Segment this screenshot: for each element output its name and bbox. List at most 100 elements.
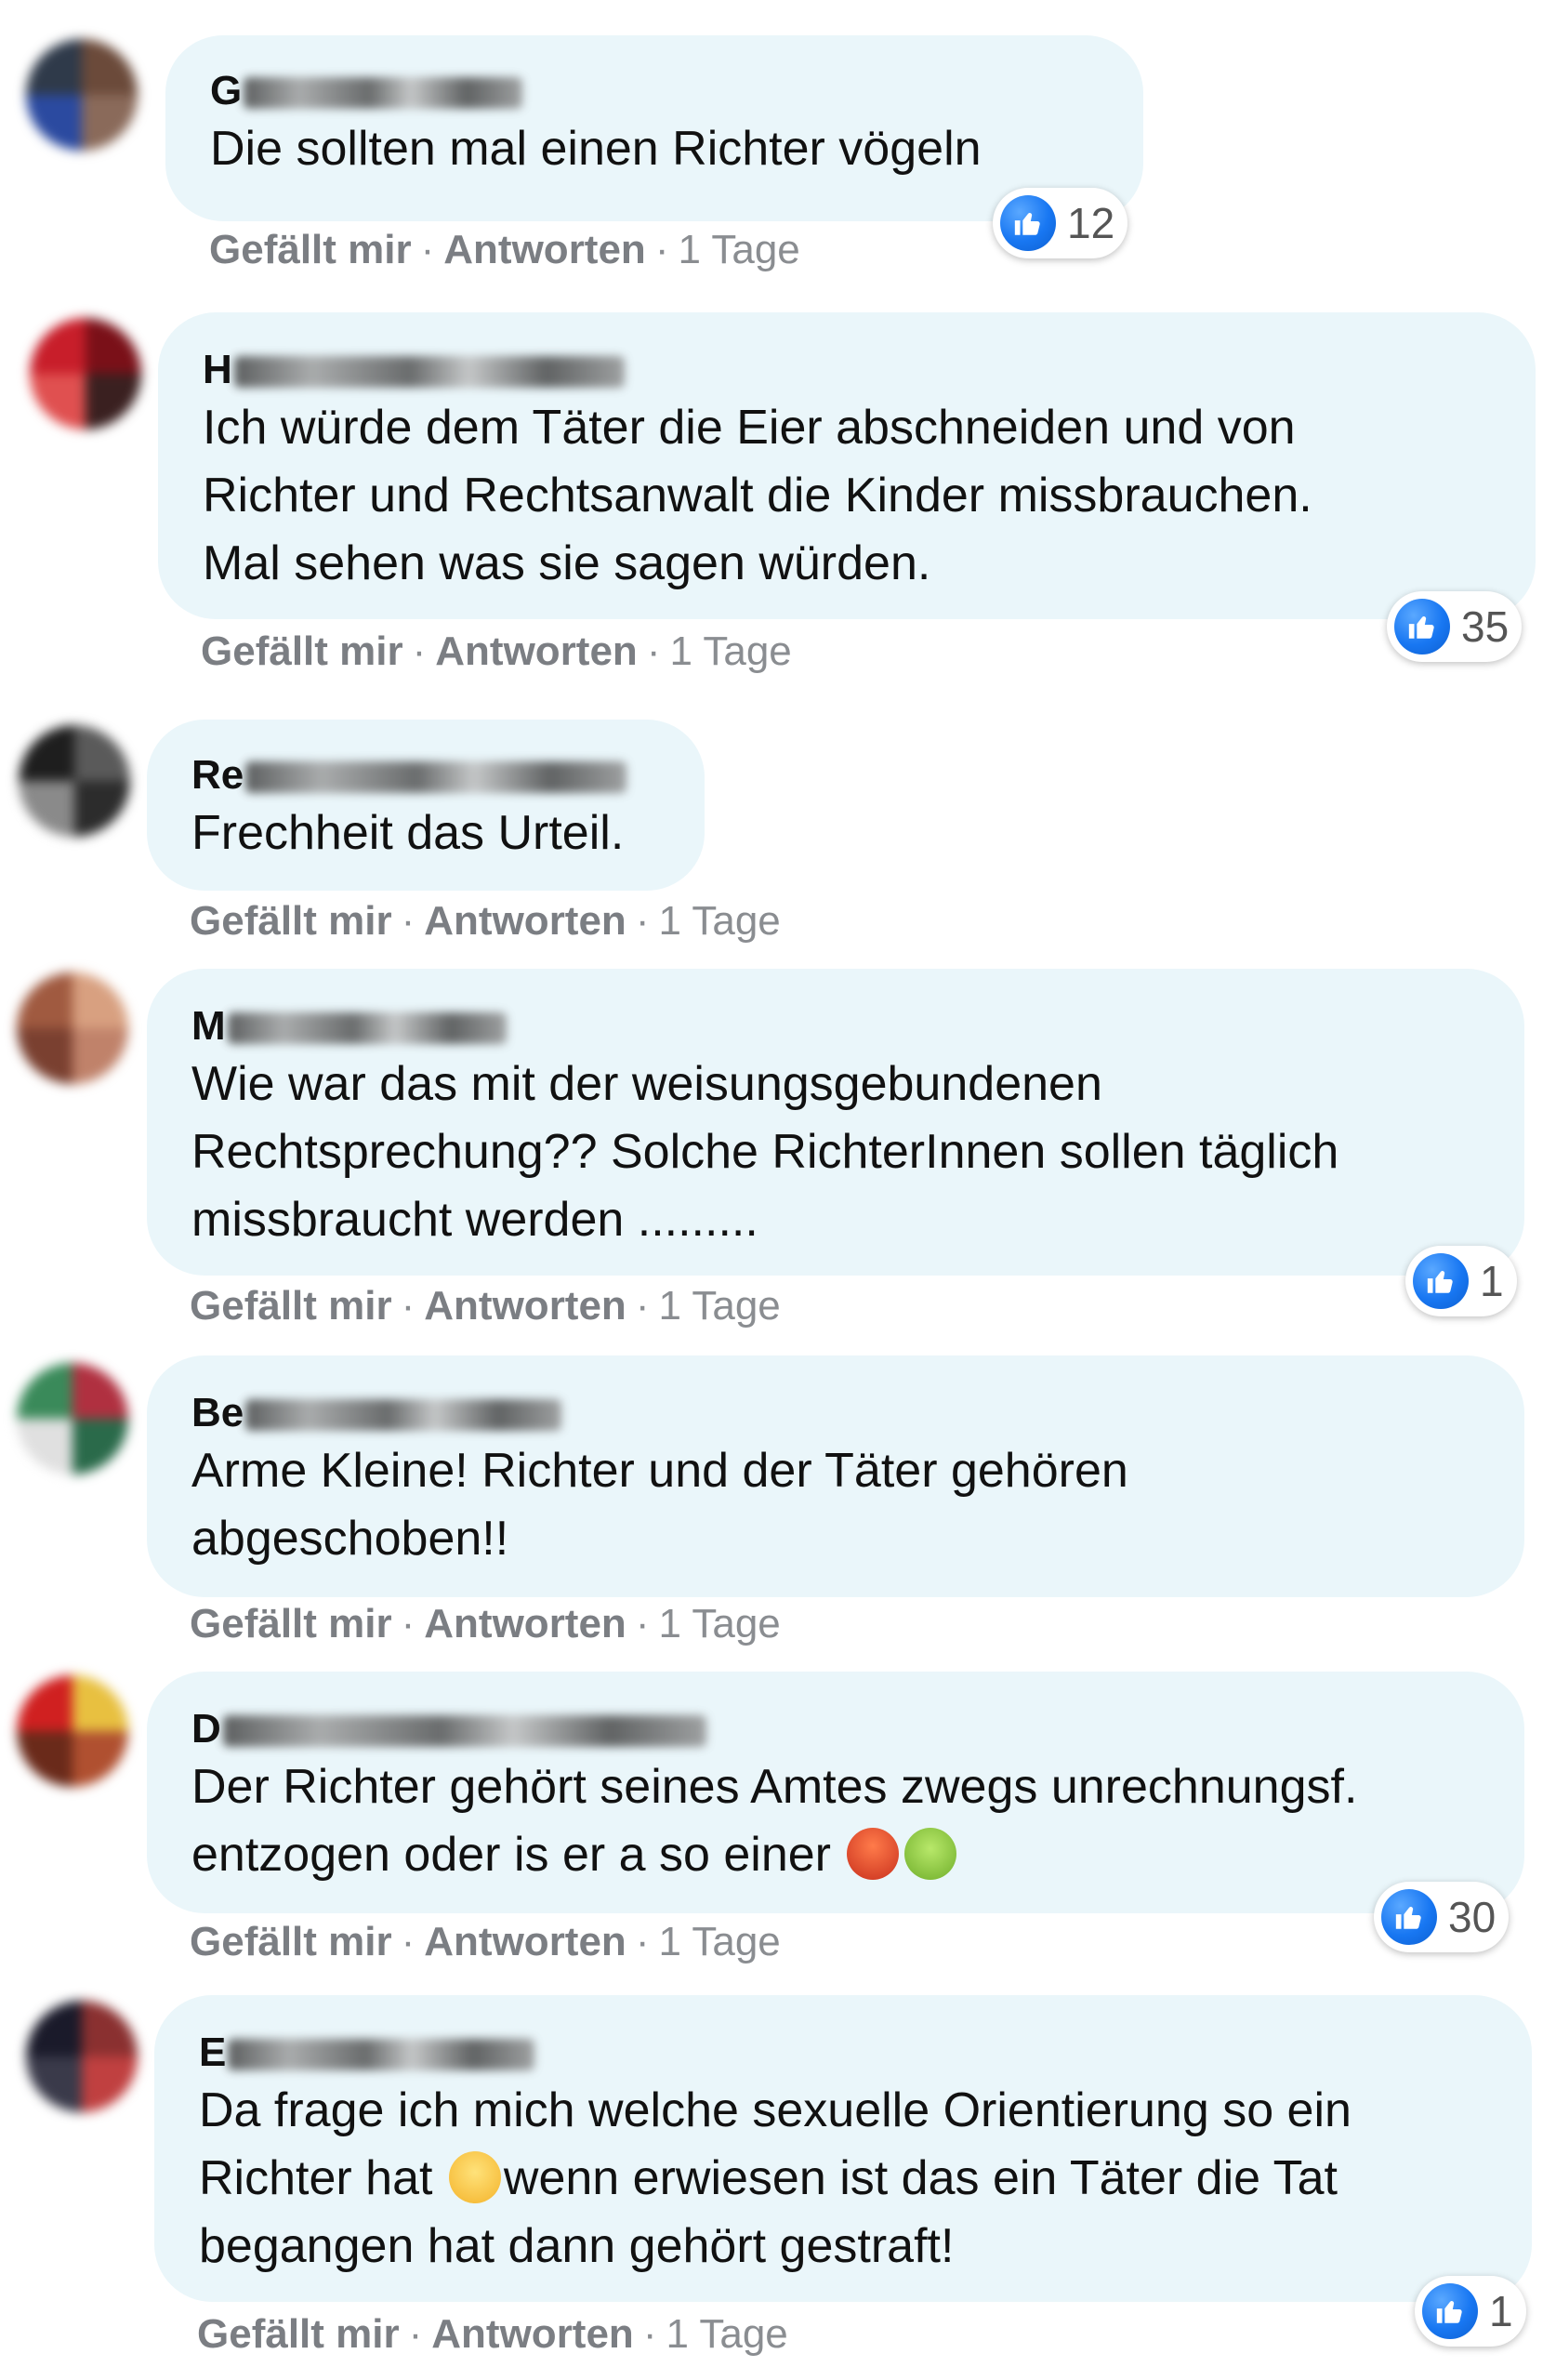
separator: · [401,1601,415,1646]
avatar-pixel [17,1675,73,1731]
avatar-pixel [19,781,74,837]
comment-author[interactable]: D [191,1705,1480,1753]
author-initial: Be [191,1390,244,1435]
like-link[interactable]: Gefällt mir [201,628,403,674]
comment-author[interactable]: G [210,67,1099,115]
author-name-redacted [244,77,523,110]
like-link[interactable]: Gefällt mir [190,1919,392,1964]
reaction-badge[interactable]: 30 [1374,1882,1510,1952]
reply-link[interactable]: Antworten [424,1919,626,1964]
timestamp[interactable]: 1 Tage [658,898,780,944]
author-name-redacted [227,1012,507,1045]
avatar-pixel [73,1419,128,1474]
avatar[interactable] [17,1675,128,1787]
separator: · [420,227,435,272]
comment-text: Frechheit das Urteil. [191,806,625,860]
author-initial: D [191,1706,221,1752]
avatar-pixel [19,725,74,781]
comment-bubble: H Ich würde dem Täter die Eier abschneid… [158,312,1536,619]
comment-author[interactable]: M [191,1002,1480,1051]
timestamp[interactable]: 1 Tage [658,1283,780,1329]
reply-link[interactable]: Antworten [424,1283,626,1329]
comment-text-line: wenn erwiesen ist das ein Täter die Tat [503,2151,1338,2205]
avatar[interactable] [26,2001,138,2112]
reaction-badge[interactable]: 1 [1415,2276,1526,2347]
comment-actions: Gefällt mir · Antworten · 1 Tage [190,898,781,945]
comment-text-line: Der Richter gehört seines Amtes zwegs un… [191,1760,1358,1814]
timestamp[interactable]: 1 Tage [678,227,799,272]
reaction-count: 12 [1067,199,1115,247]
timestamp[interactable]: 1 Tage [666,2311,787,2357]
avatar-pixel [30,374,86,430]
reply-link[interactable]: Antworten [424,898,626,944]
avatar[interactable] [26,39,138,151]
like-link[interactable]: Gefällt mir [190,1601,392,1646]
reaction-badge[interactable]: 1 [1405,1246,1517,1316]
like-link[interactable]: Gefällt mir [190,1283,392,1329]
separator: · [401,1919,415,1964]
like-thumbs-up-icon [1413,1253,1469,1309]
comment-bubble: M Wie war das mit der weisungsgebundenen… [147,969,1524,1276]
avatar-pixel [17,1028,73,1084]
avatar-pixel [26,2056,82,2112]
comment-actions: Gefällt mir · Antworten · 1 Tage [190,1919,781,1965]
author-name-redacted [228,2039,535,2071]
reaction-count: 1 [1489,2287,1513,2335]
avatar[interactable] [19,725,130,837]
reaction-count: 35 [1461,602,1510,651]
author-initial: H [203,347,232,392]
avatar[interactable] [17,1363,128,1474]
rage-face-emoji [847,1828,900,1880]
author-initial: Re [191,752,244,798]
separator: · [642,2311,657,2357]
timestamp[interactable]: 1 Tage [669,628,791,674]
reaction-count: 1 [1480,1257,1504,1305]
reply-link[interactable]: Antworten [443,227,646,272]
reply-link[interactable]: Antworten [435,628,638,674]
nauseated-face-emoji [904,1828,957,1880]
avatar-pixel [17,1363,73,1419]
reaction-badge[interactable]: 12 [993,188,1128,258]
comment-bubble: Be Arme Kleine! Richter und der Täter ge… [147,1355,1524,1597]
like-link[interactable]: Gefällt mir [209,227,412,272]
separator: · [654,227,669,272]
comment-text-line: begangen hat dann gehört gestraft! [199,2219,955,2273]
timestamp[interactable]: 1 Tage [658,1919,780,1964]
separator: · [635,1919,650,1964]
reply-link[interactable]: Antworten [424,1601,626,1646]
thinking-face-emoji [448,2151,501,2203]
reaction-badge[interactable]: 35 [1387,591,1523,662]
comment-author[interactable]: Re [191,751,660,800]
separator: · [646,628,661,674]
author-name-redacted [222,1715,706,1748]
comment-text: Die sollten mal einen Richter vögeln [210,122,982,176]
comment-author[interactable]: H [203,346,1491,394]
comment-author[interactable]: E [199,2029,1487,2077]
comment-actions: Gefällt mir · Antworten · 1 Tage [201,628,792,675]
avatar-pixel [17,1731,73,1787]
separator: · [635,1283,650,1329]
avatar-pixel [86,318,141,374]
avatar-pixel [17,972,73,1028]
avatar-pixel [26,95,82,151]
like-thumbs-up-icon [1422,2283,1478,2339]
avatar-pixel [26,39,82,95]
like-link[interactable]: Gefällt mir [197,2311,400,2357]
reply-link[interactable]: Antworten [431,2311,634,2357]
avatar-pixel [86,374,141,430]
comment-author[interactable]: Be [191,1389,1480,1437]
comment-actions: Gefällt mir · Antworten · 1 Tage [190,1601,781,1647]
comment-text: Ich würde dem Täter die Eier abschneiden… [203,401,1312,590]
author-name-redacted [245,761,627,794]
comment-text-line: entzogen oder is er a so einer [191,1828,831,1882]
avatar-pixel [74,725,130,781]
comment-bubble: E Da frage ich mich welche sexuelle Orie… [154,1995,1532,2302]
avatar[interactable] [30,318,141,430]
author-initial: M [191,1003,226,1049]
like-link[interactable]: Gefällt mir [190,898,392,944]
avatar-pixel [73,1675,128,1731]
avatar[interactable] [17,972,128,1084]
comment-text-line: Richter hat [199,2151,433,2205]
timestamp[interactable]: 1 Tage [658,1601,780,1646]
author-name-redacted [245,1399,562,1432]
